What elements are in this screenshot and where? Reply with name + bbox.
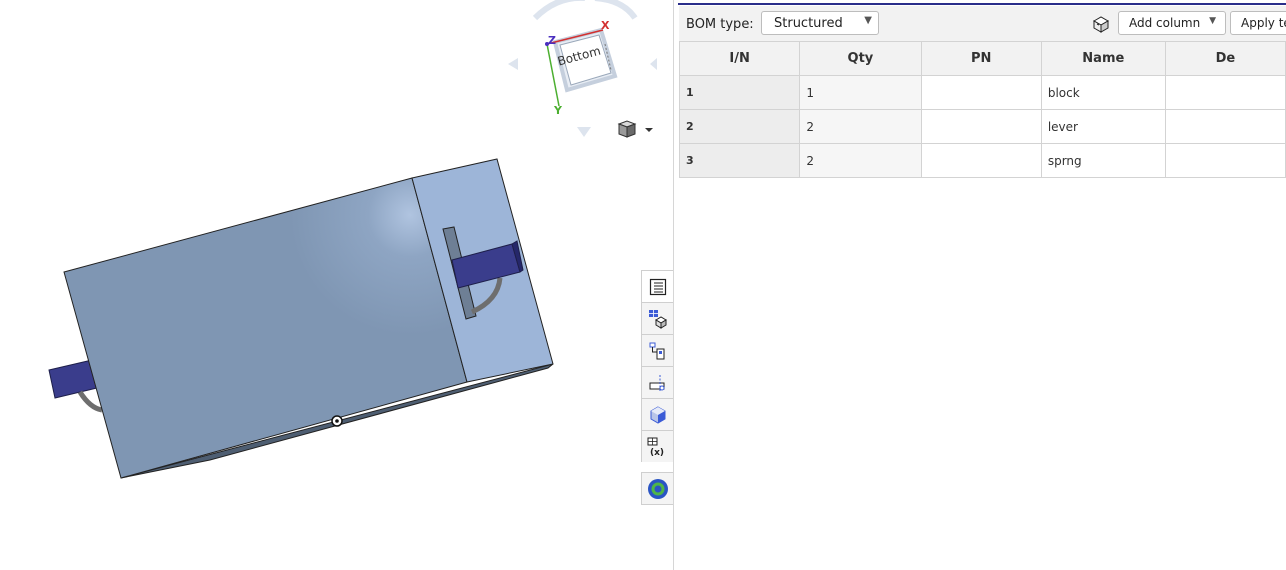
bom-type-select[interactable]: Structured ▼ [761,11,879,35]
section-view-icon [649,374,664,391]
variable-table-icon: (x) [647,437,664,457]
svg-text:(x): (x) [650,448,664,457]
view-arrow-right-icon [650,58,657,70]
rotate-arrow-left-icon [532,0,585,21]
bom-type-label: BOM type: [686,17,754,32]
cell-qty[interactable]: 1 [799,75,922,110]
col-header-in[interactable]: I/N [678,41,801,76]
render-studio-button[interactable] [641,472,674,505]
table-row[interactable]: 3 2 sprng [678,143,1286,178]
axis-z-label: Z [548,34,556,47]
cell-in[interactable]: 1 [678,75,801,110]
bom-panel-button[interactable] [641,270,674,302]
bom-settings-cube-icon[interactable] [1091,15,1111,33]
render-studio-icon [647,478,668,499]
cell-in[interactable]: 3 [678,143,801,178]
origin-marker-icon[interactable] [331,415,343,427]
cube-shaded-icon [617,120,637,138]
cell-name[interactable]: lever [1040,109,1166,144]
right-panel-toolbar: (x) [641,270,674,505]
assembly-mates-icon [649,342,664,359]
section-view-button[interactable] [641,366,674,398]
add-column-button[interactable]: Add column ▼ [1118,11,1226,35]
cell-description[interactable] [1164,143,1286,178]
table-row[interactable]: 1 1 block [678,75,1286,110]
view-arrow-left-icon [508,58,518,70]
panel-divider[interactable] [673,0,674,570]
col-header-description[interactable]: De [1164,41,1286,76]
cell-description[interactable] [1164,109,1286,144]
axis-x-label: X [601,19,610,32]
cell-name[interactable]: block [1040,75,1166,110]
col-header-qty[interactable]: Qty [799,41,922,76]
cell-pn[interactable] [920,143,1042,178]
col-header-name[interactable]: Name [1040,41,1166,76]
cell-description[interactable] [1164,75,1286,110]
cell-qty[interactable]: 2 [799,109,922,144]
add-column-label: Add column [1129,16,1201,30]
axis-y-label: Y [554,104,562,117]
table-row[interactable]: 2 2 lever [678,109,1286,144]
block-main-face[interactable] [63,177,468,479]
cell-qty[interactable]: 2 [799,143,922,178]
bom-header-row: I/N Qty PN Name De [678,41,1286,76]
mates-button[interactable] [641,334,674,366]
bom-cube-button[interactable] [641,302,674,334]
chevron-down-icon: ▼ [864,15,872,26]
render-mode-button[interactable] [615,118,659,140]
cell-pn[interactable] [920,75,1042,110]
caret-down-icon [645,128,653,132]
rotate-arrow-right-icon [594,0,638,20]
bom-table-icon [649,278,666,295]
apply-template-button[interactable]: Apply te [1230,11,1286,35]
bom-type-value: Structured [774,16,843,31]
col-header-pn[interactable]: PN [920,41,1042,76]
bom-panel: BOM type: Structured ▼ Add column ▼ Appl… [678,0,1286,570]
bom-table: I/N Qty PN Name De 1 1 block 2 2 lever 3… [678,41,1286,178]
cell-pn[interactable] [920,109,1042,144]
cell-name[interactable]: sprng [1040,143,1166,178]
appearance-button[interactable] [641,398,674,430]
bom-toolbar: BOM type: Structured ▼ Add column ▼ Appl… [679,6,1286,42]
variable-table-button[interactable]: (x) [641,430,674,462]
caret-down-icon: ▼ [1209,16,1216,26]
appearance-icon [650,405,665,424]
view-arrow-down-icon [577,127,591,137]
bom-panel-accent [678,3,1286,5]
apply-template-label: Apply te [1241,16,1286,30]
cell-in[interactable]: 2 [678,109,801,144]
bom-cube-icon [648,309,667,329]
graphics-viewport[interactable]: Z X Y Bottom .axis-lbl[data-name="axis-z… [0,0,674,570]
